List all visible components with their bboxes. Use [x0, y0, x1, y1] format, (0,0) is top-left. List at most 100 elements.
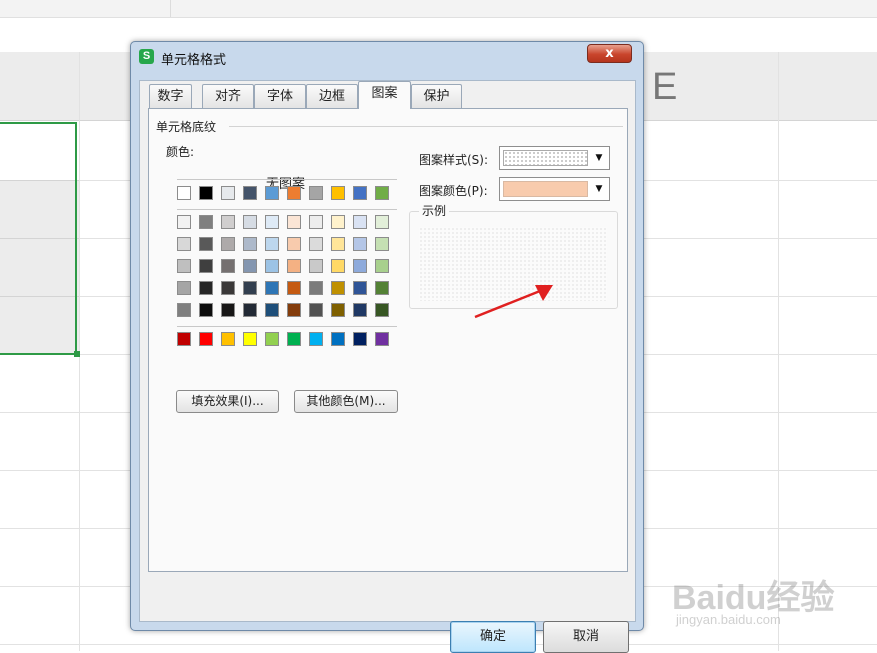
- color-swatch[interactable]: [353, 237, 367, 251]
- color-swatch[interactable]: [375, 303, 389, 317]
- color-swatch[interactable]: [221, 259, 235, 273]
- grid-column-line: [778, 52, 779, 651]
- color-swatch[interactable]: [353, 303, 367, 317]
- pattern-style-preview: [503, 150, 588, 166]
- grid-row-line: [0, 644, 877, 645]
- color-swatch[interactable]: [287, 259, 301, 273]
- tab-patterns[interactable]: 图案: [358, 81, 411, 109]
- watermark-url: jingyan.baidu.com: [676, 612, 781, 627]
- color-swatch[interactable]: [243, 186, 257, 200]
- color-swatch[interactable]: [287, 215, 301, 229]
- color-swatch[interactable]: [199, 281, 213, 295]
- tab-protection[interactable]: 保护: [411, 84, 462, 108]
- color-swatch[interactable]: [221, 215, 235, 229]
- pattern-color-label: 图案颜色(P):: [419, 184, 488, 198]
- color-swatch[interactable]: [375, 215, 389, 229]
- color-swatch[interactable]: [309, 281, 323, 295]
- color-swatch[interactable]: [177, 332, 191, 346]
- color-swatch[interactable]: [309, 259, 323, 273]
- color-swatch[interactable]: [199, 237, 213, 251]
- ok-button[interactable]: 确定: [450, 621, 536, 653]
- color-swatch[interactable]: [177, 303, 191, 317]
- color-swatch[interactable]: [375, 259, 389, 273]
- column-header-e[interactable]: E: [652, 66, 677, 109]
- color-swatch[interactable]: [243, 303, 257, 317]
- color-swatch[interactable]: [177, 215, 191, 229]
- tab-alignment[interactable]: 对齐: [202, 84, 254, 108]
- color-swatch[interactable]: [221, 332, 235, 346]
- annotation-arrow-icon: [474, 285, 553, 319]
- color-swatch[interactable]: [199, 186, 213, 200]
- color-swatch[interactable]: [331, 259, 345, 273]
- color-swatch[interactable]: [221, 281, 235, 295]
- color-swatch[interactable]: [375, 237, 389, 251]
- color-swatch[interactable]: [287, 186, 301, 200]
- color-swatch[interactable]: [309, 303, 323, 317]
- color-swatch[interactable]: [331, 303, 345, 317]
- dialog-body: 数字 对齐 字体 边框 图案 保护 单元格底纹 颜色: 无图案 填充效果(I).…: [139, 80, 636, 653]
- color-swatch[interactable]: [287, 332, 301, 346]
- more-colors-button[interactable]: 其他颜色(M)...: [294, 390, 398, 413]
- toolbar-strip: [0, 0, 877, 18]
- color-swatch[interactable]: [287, 237, 301, 251]
- color-swatch[interactable]: [243, 281, 257, 295]
- color-swatch[interactable]: [309, 215, 323, 229]
- color-swatch[interactable]: [243, 332, 257, 346]
- fill-effects-button[interactable]: 填充效果(I)...: [176, 390, 279, 413]
- color-swatch[interactable]: [177, 259, 191, 273]
- palette-separator: [177, 326, 397, 327]
- color-swatch[interactable]: [375, 332, 389, 346]
- pattern-color-dropdown[interactable]: ▼: [499, 177, 610, 201]
- color-swatch[interactable]: [375, 281, 389, 295]
- color-swatch[interactable]: [177, 281, 191, 295]
- close-button[interactable]: x: [587, 44, 632, 63]
- tab-border[interactable]: 边框: [306, 84, 358, 108]
- color-swatch[interactable]: [287, 281, 301, 295]
- color-swatch[interactable]: [309, 186, 323, 200]
- color-swatch[interactable]: [353, 259, 367, 273]
- color-swatch[interactable]: [353, 215, 367, 229]
- color-swatch[interactable]: [243, 215, 257, 229]
- group-divider: [229, 126, 623, 127]
- color-swatch[interactable]: [243, 259, 257, 273]
- color-swatch[interactable]: [177, 186, 191, 200]
- color-swatch[interactable]: [309, 332, 323, 346]
- color-swatch[interactable]: [265, 237, 279, 251]
- color-swatch[interactable]: [353, 281, 367, 295]
- color-swatch[interactable]: [331, 186, 345, 200]
- close-icon: x: [605, 46, 614, 61]
- color-swatch[interactable]: [287, 303, 301, 317]
- color-swatch[interactable]: [265, 215, 279, 229]
- color-swatch[interactable]: [221, 237, 235, 251]
- color-swatch[interactable]: [265, 332, 279, 346]
- tab-font[interactable]: 字体: [254, 84, 306, 108]
- color-swatch[interactable]: [375, 186, 389, 200]
- color-swatch[interactable]: [199, 303, 213, 317]
- dialog-titlebar[interactable]: S 单元格格式 x: [131, 42, 643, 72]
- tab-number[interactable]: 数字: [149, 84, 192, 108]
- sample-label: 示例: [419, 202, 450, 219]
- color-swatch[interactable]: [309, 237, 323, 251]
- cancel-button[interactable]: 取消: [543, 621, 629, 653]
- color-swatch[interactable]: [265, 303, 279, 317]
- color-swatch[interactable]: [177, 237, 191, 251]
- color-swatch[interactable]: [221, 303, 235, 317]
- color-swatch[interactable]: [199, 215, 213, 229]
- color-swatch[interactable]: [353, 332, 367, 346]
- color-swatch[interactable]: [331, 281, 345, 295]
- color-swatch[interactable]: [265, 186, 279, 200]
- color-swatch[interactable]: [199, 332, 213, 346]
- cell-shading-group-label: 单元格底纹: [156, 118, 220, 135]
- color-swatch[interactable]: [331, 332, 345, 346]
- color-swatch[interactable]: [265, 259, 279, 273]
- color-swatch[interactable]: [243, 237, 257, 251]
- pattern-style-dropdown[interactable]: ▼: [499, 146, 610, 170]
- fill-handle[interactable]: [74, 351, 80, 357]
- color-swatch[interactable]: [331, 237, 345, 251]
- color-swatch[interactable]: [331, 215, 345, 229]
- toolbar-separator: [170, 0, 171, 17]
- color-swatch[interactable]: [353, 186, 367, 200]
- color-swatch[interactable]: [265, 281, 279, 295]
- color-swatch[interactable]: [199, 259, 213, 273]
- color-swatch[interactable]: [221, 186, 235, 200]
